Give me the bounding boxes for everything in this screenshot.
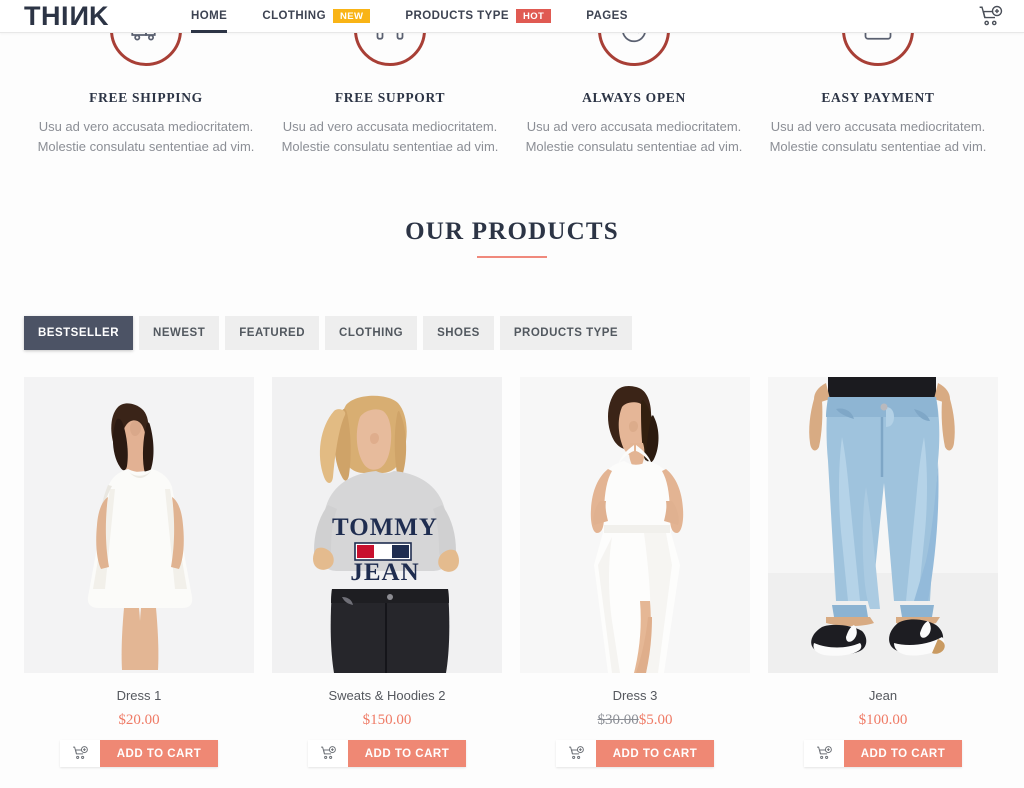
filter-tab-shoes[interactable]: SHOES [423,316,494,350]
product-card: Dress 3 $30.00$5.00 ADD TO CART [520,377,750,767]
add-to-cart-button[interactable]: ADD TO CART [804,740,962,767]
product-price-current: $20.00 [118,712,160,728]
add-to-cart-button[interactable]: ADD TO CART [308,740,466,767]
nav-item-pages[interactable]: PAGES [577,0,637,33]
filter-tab-clothing[interactable]: CLOTHING [325,316,418,350]
product-image-dress-1[interactable] [24,377,254,673]
logo-part-b: N [69,0,89,31]
product-image-dress-3[interactable] [520,377,750,673]
filter-tab-newest[interactable]: NEWEST [139,316,220,350]
product-price: $150.00 [272,712,502,729]
site-header: THINK HOME CLOTHING NEW PRODUCTS TYPE HO… [0,0,1024,33]
feature-text-line1: Usu ad vero accusata mediocritatem. [38,119,254,134]
feature-text-line1: Usu ad vero accusata mediocritatem. [526,119,742,134]
add-to-cart-label: ADD TO CART [100,740,218,767]
title-underline-accent [477,256,547,258]
feature-title: FREE SHIPPING [89,90,203,105]
filter-tab-featured[interactable]: FEATURED [225,316,320,350]
nav-item-label: CLOTHING [262,10,326,22]
product-grid: Dress 1 $20.00 ADD TO CART TOMMY JEAN Sw… [24,377,1000,767]
svg-text:JEAN: JEAN [350,559,419,586]
filter-tab-products-type[interactable]: PRODUCTS TYPE [499,316,633,350]
product-image-sweats-hoodies-2[interactable]: TOMMY JEAN [272,377,502,673]
product-name: Sweats & Hoodies 2 [328,688,446,703]
filter-tab-label: BESTSELLER [38,327,120,339]
page-title: OUR PRODUCTS [405,218,619,245]
feature-text-line1: Usu ad vero accusata mediocritatem. [282,119,498,134]
cart-plus-icon [556,740,596,767]
nav-item-products-type[interactable]: PRODUCTS TYPE HOT [396,0,560,33]
svg-text:TOMMY: TOMMY [332,514,438,541]
nav-item-label: PRODUCTS TYPE [405,10,509,22]
feature-text-line2: Molestie consulatu sententiae ad vim. [281,139,499,154]
product-price-original: $30.00 [597,712,639,728]
add-to-cart-button[interactable]: ADD TO CART [556,740,714,767]
feature-text-line2: Molestie consulatu sententiae ad vim. [769,139,987,154]
product-price-current: $5.00 [638,712,673,728]
badge-hot: HOT [515,8,552,24]
cart-plus-icon [804,740,844,767]
product-name: Dress 3 [612,688,658,703]
filter-tab-label: SHOES [437,327,480,339]
product-card: TOMMY JEAN Sweats & Hoodies 2 $150.00 AD… [272,377,502,767]
filter-tab-label: CLOTHING [339,327,404,339]
product-image-jean[interactable] [768,377,998,673]
nav-item-home[interactable]: HOME [182,0,236,33]
add-to-cart-label: ADD TO CART [596,740,714,767]
cart-plus-icon[interactable] [978,4,1004,30]
nav-item-label: PAGES [586,10,628,22]
feature-text-line2: Molestie consulatu sententiae ad vim. [525,139,743,154]
cart-plus-icon [308,740,348,767]
feature-text-line2: Molestie consulatu sententiae ad vim. [37,139,255,154]
add-to-cart-label: ADD TO CART [844,740,962,767]
products-section-header: OUR PRODUCTS [0,218,1024,258]
feature-title: ALWAYS OPEN [582,90,686,105]
filter-tab-label: FEATURED [239,327,306,339]
product-card: Dress 1 $20.00 ADD TO CART [24,377,254,767]
filter-tab-label: PRODUCTS TYPE [513,327,619,339]
product-price: $20.00 [24,712,254,729]
add-to-cart-button[interactable]: ADD TO CART [60,740,218,767]
feature-title: FREE SUPPORT [334,90,446,105]
site-logo[interactable]: THINK [24,0,109,31]
filter-tab-label: NEWEST [153,327,206,339]
product-name: Jean [868,688,898,703]
logo-part-a: THI [24,0,69,31]
add-to-cart-label: ADD TO CART [348,740,466,767]
feature-text-line1: Usu ad vero accusata mediocritatem. [770,119,986,134]
product-price-current: $150.00 [362,712,412,728]
product-filter-tabs: BESTSELLER NEWEST FEATURED CLOTHING SHOE… [24,316,638,350]
nav-item-label: HOME [191,10,228,22]
product-name: Dress 1 [116,688,162,703]
product-price: $30.00$5.00 [520,712,750,729]
product-card: Jean $100.00 ADD TO CART [768,377,998,767]
cart-plus-icon [60,740,100,767]
nav-item-clothing[interactable]: CLOTHING NEW [253,0,379,33]
filter-tab-bestseller[interactable]: BESTSELLER [24,316,134,350]
main-navigation: HOME CLOTHING NEW PRODUCTS TYPE HOT PAGE… [182,0,637,33]
feature-title: EASY PAYMENT [821,90,935,105]
product-price-current: $100.00 [858,712,908,728]
badge-new: NEW [332,8,371,24]
product-price: $100.00 [768,712,998,729]
logo-part-c: K [89,0,109,31]
